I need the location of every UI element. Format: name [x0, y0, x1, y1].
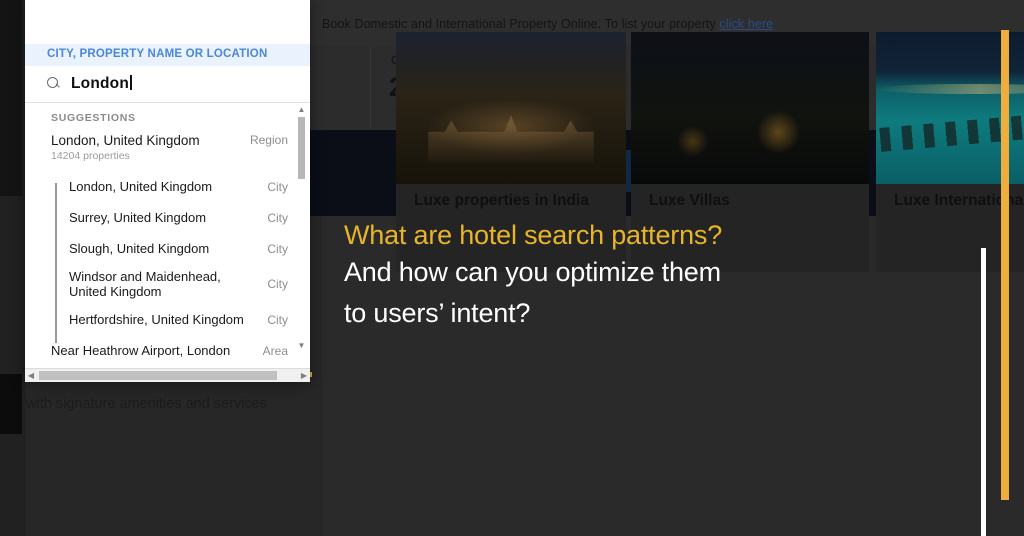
- card-thumbnail: [396, 32, 626, 184]
- vertical-scroll-thumb[interactable]: [298, 117, 305, 179]
- gold-accent-bar: [1001, 30, 1009, 500]
- card-title: Luxe properties in India: [414, 192, 589, 209]
- city-search-input-row[interactable]: London: [25, 66, 310, 102]
- left-promo-text: with signature amenities and services: [26, 396, 267, 412]
- scroll-left-arrow-icon[interactable]: ◀: [25, 369, 37, 382]
- suggestions-horizontal-scrollbar[interactable]: ◀ ▶: [25, 368, 310, 382]
- suggestion-item-city-3[interactable]: Slough, United Kingdom City: [25, 233, 310, 264]
- suggestion-type: City: [267, 312, 288, 327]
- horizontal-scroll-thumb[interactable]: [39, 371, 277, 380]
- city-search-input[interactable]: London: [71, 75, 132, 93]
- left-edge-block-bottom: [0, 374, 22, 434]
- headline-line-1: What are hotel search patterns?: [344, 220, 723, 250]
- suggestion-name: Windsor and Maidenhead, United Kingdom: [69, 269, 221, 299]
- card-thumbnail: [631, 32, 869, 184]
- suggestion-type: City: [267, 179, 288, 194]
- suggestion-item-city-1[interactable]: London, United Kingdom City: [25, 171, 310, 202]
- search-icon: [47, 77, 61, 91]
- left-edge-block-top: [0, 0, 22, 196]
- suggestion-type: City: [267, 210, 288, 225]
- city-field-label: CITY, PROPERTY NAME OR LOCATION: [25, 44, 310, 66]
- panel-top-spacer: [25, 0, 310, 44]
- suggestion-name: Slough, United Kingdom: [69, 241, 210, 256]
- suggestion-type: Area: [262, 343, 288, 358]
- headline-line-3: to users’ intent?: [344, 298, 531, 328]
- suggestion-name: Near Heathrow Airport, London: [51, 343, 231, 358]
- palace-at-dusk-photo: [396, 32, 626, 184]
- villa-at-night-photo: [631, 32, 869, 184]
- suggestion-item-city-5[interactable]: Hertfordshire, United Kingdom City: [25, 304, 310, 335]
- suggestion-type: Region: [249, 133, 288, 147]
- suggestions-vertical-scrollbar[interactable]: ▲ ▼: [297, 105, 306, 350]
- card-title: Luxe Villas: [649, 192, 730, 209]
- suggestions-header: SUGGESTIONS: [51, 112, 136, 124]
- suggestion-item-region[interactable]: London, United Kingdom 14204 properties …: [25, 131, 310, 171]
- location-autocomplete-panel[interactable]: CITY, PROPERTY NAME OR LOCATION London S…: [25, 0, 310, 382]
- promo-banner: Book Domestic and International Property…: [322, 14, 862, 34]
- suggestion-item-city-2[interactable]: Surrey, United Kingdom City: [25, 202, 310, 233]
- suggestion-property-count: 14204 properties: [51, 150, 130, 162]
- headline-line-2: And how can you optimize them: [344, 257, 721, 287]
- suggestion-name: London, United Kingdom: [51, 133, 200, 148]
- suggestion-type: City: [267, 277, 288, 291]
- white-accent-bar: [981, 248, 986, 536]
- suggestions-list[interactable]: SUGGESTIONS London, United Kingdom 14204…: [25, 103, 310, 368]
- suggestion-name: Hertfordshire, United Kingdom: [69, 312, 244, 327]
- promo-text: Book Domestic and International Property…: [322, 17, 720, 31]
- promo-click-here-link[interactable]: click here: [719, 17, 773, 31]
- scroll-right-arrow-icon[interactable]: ▶: [298, 369, 310, 382]
- scroll-up-arrow-icon[interactable]: ▲: [297, 105, 306, 114]
- suggestion-item-area-1[interactable]: Near Heathrow Airport, London Area: [25, 335, 310, 366]
- suggestion-group-rail: [55, 183, 57, 343]
- overlay-headline: What are hotel search patterns? And how …: [344, 218, 904, 334]
- suggestion-name: Surrey, United Kingdom: [69, 210, 207, 225]
- scroll-down-arrow-icon[interactable]: ▼: [297, 341, 306, 350]
- suggestion-item-city-4[interactable]: Windsor and Maidenhead, United Kingdom C…: [25, 264, 310, 304]
- suggestion-type: City: [267, 241, 288, 256]
- text-cursor: [130, 75, 132, 90]
- screenshot-stage: Book Domestic and International Property…: [0, 0, 1024, 536]
- suggestion-name: London, United Kingdom: [69, 179, 213, 194]
